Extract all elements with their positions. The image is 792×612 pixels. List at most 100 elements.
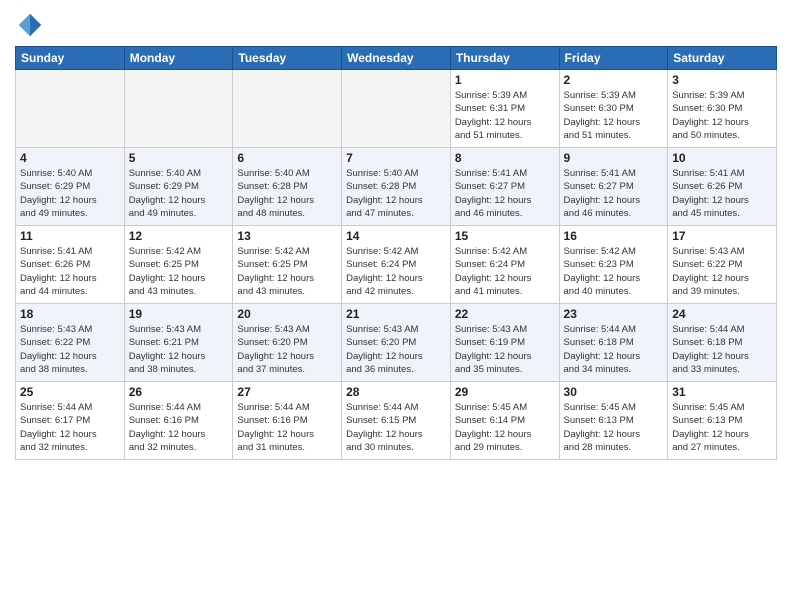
- calendar-week-3: 11 Sunrise: 5:41 AM Sunset: 6:26 PM Dayli…: [16, 226, 777, 304]
- weekday-header-row: SundayMondayTuesdayWednesdayThursdayFrid…: [16, 47, 777, 70]
- calendar-cell: 5 Sunrise: 5:40 AM Sunset: 6:29 PM Daylig…: [124, 148, 233, 226]
- day-number: 5: [129, 151, 229, 165]
- day-number: 15: [455, 229, 555, 243]
- day-number: 10: [672, 151, 772, 165]
- day-info: Sunrise: 5:42 AM Sunset: 6:24 PM Dayligh…: [455, 245, 555, 298]
- day-number: 9: [564, 151, 664, 165]
- day-number: 7: [346, 151, 446, 165]
- day-number: 8: [455, 151, 555, 165]
- calendar-cell: 12 Sunrise: 5:42 AM Sunset: 6:25 PM Dayli…: [124, 226, 233, 304]
- day-info: Sunrise: 5:44 AM Sunset: 6:16 PM Dayligh…: [129, 401, 229, 454]
- day-number: 13: [237, 229, 337, 243]
- calendar-cell: 30 Sunrise: 5:45 AM Sunset: 6:13 PM Dayli…: [559, 382, 668, 460]
- day-info: Sunrise: 5:45 AM Sunset: 6:13 PM Dayligh…: [672, 401, 772, 454]
- day-number: 1: [455, 73, 555, 87]
- logo-icon: [15, 10, 45, 40]
- day-info: Sunrise: 5:40 AM Sunset: 6:28 PM Dayligh…: [237, 167, 337, 220]
- calendar-cell: 8 Sunrise: 5:41 AM Sunset: 6:27 PM Daylig…: [450, 148, 559, 226]
- calendar-cell: 6 Sunrise: 5:40 AM Sunset: 6:28 PM Daylig…: [233, 148, 342, 226]
- day-info: Sunrise: 5:40 AM Sunset: 6:29 PM Dayligh…: [129, 167, 229, 220]
- day-number: 24: [672, 307, 772, 321]
- day-info: Sunrise: 5:39 AM Sunset: 6:30 PM Dayligh…: [564, 89, 664, 142]
- day-info: Sunrise: 5:45 AM Sunset: 6:13 PM Dayligh…: [564, 401, 664, 454]
- calendar-cell: 22Sunrise: 5:43 AM Sunset: 6:19 PM Dayli…: [450, 304, 559, 382]
- calendar-cell: [124, 70, 233, 148]
- weekday-header-friday: Friday: [559, 47, 668, 70]
- day-number: 28: [346, 385, 446, 399]
- day-number: 29: [455, 385, 555, 399]
- calendar-cell: 18 Sunrise: 5:43 AM Sunset: 6:22 PM Dayli…: [16, 304, 125, 382]
- calendar-cell: [342, 70, 451, 148]
- day-number: 4: [20, 151, 120, 165]
- weekday-header-monday: Monday: [124, 47, 233, 70]
- calendar-cell: 4 Sunrise: 5:40 AM Sunset: 6:29 PM Daylig…: [16, 148, 125, 226]
- day-info: Sunrise: 5:40 AM Sunset: 6:28 PM Dayligh…: [346, 167, 446, 220]
- calendar-cell: 28 Sunrise: 5:44 AM Sunset: 6:15 PM Dayli…: [342, 382, 451, 460]
- calendar-cell: 3 Sunrise: 5:39 AM Sunset: 6:30 PM Daylig…: [668, 70, 777, 148]
- day-info: Sunrise: 5:41 AM Sunset: 6:26 PM Dayligh…: [20, 245, 120, 298]
- day-info: Sunrise: 5:44 AM Sunset: 6:18 PM Dayligh…: [672, 323, 772, 376]
- weekday-header-saturday: Saturday: [668, 47, 777, 70]
- day-info: Sunrise: 5:43 AM Sunset: 6:19 PM Dayligh…: [455, 323, 555, 376]
- calendar-cell: 26 Sunrise: 5:44 AM Sunset: 6:16 PM Dayli…: [124, 382, 233, 460]
- day-info: Sunrise: 5:41 AM Sunset: 6:26 PM Dayligh…: [672, 167, 772, 220]
- day-info: Sunrise: 5:43 AM Sunset: 6:20 PM Dayligh…: [346, 323, 446, 376]
- calendar-cell: 20Sunrise: 5:43 AM Sunset: 6:20 PM Dayli…: [233, 304, 342, 382]
- day-info: Sunrise: 5:39 AM Sunset: 6:30 PM Dayligh…: [672, 89, 772, 142]
- day-info: Sunrise: 5:42 AM Sunset: 6:24 PM Dayligh…: [346, 245, 446, 298]
- day-number: 23: [564, 307, 664, 321]
- day-info: Sunrise: 5:42 AM Sunset: 6:25 PM Dayligh…: [129, 245, 229, 298]
- calendar-cell: 13 Sunrise: 5:42 AM Sunset: 6:25 PM Dayli…: [233, 226, 342, 304]
- day-number: 21: [346, 307, 446, 321]
- day-info: Sunrise: 5:39 AM Sunset: 6:31 PM Dayligh…: [455, 89, 555, 142]
- calendar-week-1: 1 Sunrise: 5:39 AM Sunset: 6:31 PM Daylig…: [16, 70, 777, 148]
- day-info: Sunrise: 5:43 AM Sunset: 6:20 PM Dayligh…: [237, 323, 337, 376]
- day-info: Sunrise: 5:42 AM Sunset: 6:23 PM Dayligh…: [564, 245, 664, 298]
- day-number: 14: [346, 229, 446, 243]
- day-number: 17: [672, 229, 772, 243]
- calendar-cell: 15 Sunrise: 5:42 AM Sunset: 6:24 PM Dayli…: [450, 226, 559, 304]
- day-info: Sunrise: 5:44 AM Sunset: 6:15 PM Dayligh…: [346, 401, 446, 454]
- day-number: 31: [672, 385, 772, 399]
- day-info: Sunrise: 5:45 AM Sunset: 6:14 PM Dayligh…: [455, 401, 555, 454]
- day-number: 18: [20, 307, 120, 321]
- day-info: Sunrise: 5:43 AM Sunset: 6:21 PM Dayligh…: [129, 323, 229, 376]
- day-info: Sunrise: 5:41 AM Sunset: 6:27 PM Dayligh…: [455, 167, 555, 220]
- calendar-cell: 23 Sunrise: 5:44 AM Sunset: 6:18 PM Dayli…: [559, 304, 668, 382]
- calendar-cell: 11 Sunrise: 5:41 AM Sunset: 6:26 PM Dayli…: [16, 226, 125, 304]
- day-info: Sunrise: 5:44 AM Sunset: 6:18 PM Dayligh…: [564, 323, 664, 376]
- calendar-cell: 24 Sunrise: 5:44 AM Sunset: 6:18 PM Dayli…: [668, 304, 777, 382]
- calendar-cell: 17Sunrise: 5:43 AM Sunset: 6:22 PM Dayli…: [668, 226, 777, 304]
- day-number: 27: [237, 385, 337, 399]
- calendar-week-2: 4 Sunrise: 5:40 AM Sunset: 6:29 PM Daylig…: [16, 148, 777, 226]
- calendar-cell: 10 Sunrise: 5:41 AM Sunset: 6:26 PM Dayli…: [668, 148, 777, 226]
- calendar-cell: 25 Sunrise: 5:44 AM Sunset: 6:17 PM Dayli…: [16, 382, 125, 460]
- day-number: 12: [129, 229, 229, 243]
- day-number: 6: [237, 151, 337, 165]
- day-info: Sunrise: 5:44 AM Sunset: 6:17 PM Dayligh…: [20, 401, 120, 454]
- calendar-week-5: 25 Sunrise: 5:44 AM Sunset: 6:17 PM Dayli…: [16, 382, 777, 460]
- day-info: Sunrise: 5:44 AM Sunset: 6:16 PM Dayligh…: [237, 401, 337, 454]
- day-number: 30: [564, 385, 664, 399]
- day-info: Sunrise: 5:42 AM Sunset: 6:25 PM Dayligh…: [237, 245, 337, 298]
- weekday-header-thursday: Thursday: [450, 47, 559, 70]
- day-info: Sunrise: 5:40 AM Sunset: 6:29 PM Dayligh…: [20, 167, 120, 220]
- weekday-header-sunday: Sunday: [16, 47, 125, 70]
- day-number: 25: [20, 385, 120, 399]
- page-header: [15, 10, 777, 40]
- day-info: Sunrise: 5:41 AM Sunset: 6:27 PM Dayligh…: [564, 167, 664, 220]
- page-container: SundayMondayTuesdayWednesdayThursdayFrid…: [0, 0, 792, 612]
- day-number: 26: [129, 385, 229, 399]
- day-number: 3: [672, 73, 772, 87]
- calendar-cell: 16Sunrise: 5:42 AM Sunset: 6:23 PM Dayli…: [559, 226, 668, 304]
- day-number: 11: [20, 229, 120, 243]
- calendar-cell: 31 Sunrise: 5:45 AM Sunset: 6:13 PM Dayli…: [668, 382, 777, 460]
- calendar-cell: 29 Sunrise: 5:45 AM Sunset: 6:14 PM Dayli…: [450, 382, 559, 460]
- calendar-cell: [16, 70, 125, 148]
- calendar-cell: [233, 70, 342, 148]
- calendar-cell: 21 Sunrise: 5:43 AM Sunset: 6:20 PM Dayli…: [342, 304, 451, 382]
- calendar-table: SundayMondayTuesdayWednesdayThursdayFrid…: [15, 46, 777, 460]
- day-info: Sunrise: 5:43 AM Sunset: 6:22 PM Dayligh…: [20, 323, 120, 376]
- calendar-cell: 2Sunrise: 5:39 AM Sunset: 6:30 PM Daylig…: [559, 70, 668, 148]
- calendar-cell: 1 Sunrise: 5:39 AM Sunset: 6:31 PM Daylig…: [450, 70, 559, 148]
